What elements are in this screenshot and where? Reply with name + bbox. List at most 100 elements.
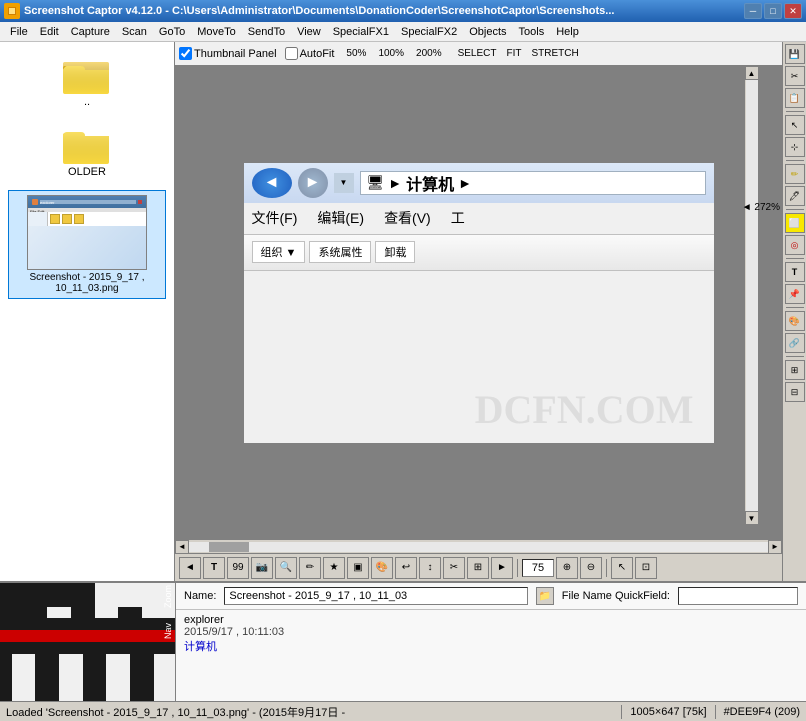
pixel-cell-112 bbox=[0, 666, 12, 678]
pixel-cell-101 bbox=[59, 654, 71, 666]
horizontal-scrollbar[interactable]: ◄ ► bbox=[175, 539, 782, 553]
zoom-out-btn[interactable]: ⊖ bbox=[580, 557, 602, 579]
rt-text-btn[interactable]: T bbox=[785, 262, 805, 282]
fit-btn[interactable]: ⊡ bbox=[635, 557, 657, 579]
zoom-100-btn[interactable]: 100% bbox=[374, 47, 408, 60]
rt-circle-btn[interactable]: ◎ bbox=[785, 235, 805, 255]
rt-paste-btn[interactable]: 📋 bbox=[785, 88, 805, 108]
rt-pen-btn[interactable]: ✏ bbox=[785, 164, 805, 184]
scroll-left-btn[interactable]: ◄ bbox=[175, 540, 189, 554]
close-button[interactable]: ✕ bbox=[784, 3, 802, 19]
menu-item-edit[interactable]: Edit bbox=[34, 23, 65, 41]
autofit-checkbox[interactable]: AutoFit bbox=[285, 47, 335, 60]
menu-item-scan[interactable]: Scan bbox=[116, 23, 153, 41]
pixel-cell-150 bbox=[71, 689, 83, 701]
thumbnail-list[interactable]: .. OLDER bbox=[0, 42, 174, 581]
rt-marker-btn[interactable]: 🖊 bbox=[785, 186, 805, 206]
tool-text-btn[interactable]: T bbox=[203, 557, 225, 579]
rt-rect-btn[interactable]: ⬜ bbox=[785, 213, 805, 233]
menu-item-goto[interactable]: GoTo bbox=[153, 23, 191, 41]
h-scroll-thumb[interactable] bbox=[209, 542, 249, 552]
cursor-btn[interactable]: ↖ bbox=[611, 557, 633, 579]
pixel-cell-120 bbox=[95, 666, 107, 678]
status-bar: Loaded 'Screenshot - 2015_9_17 , 10_11_0… bbox=[0, 701, 806, 721]
tool-zoom-btn[interactable]: 🔍 bbox=[275, 557, 297, 579]
autofit-toggle[interactable] bbox=[285, 47, 298, 60]
thumbnail-panel-toggle[interactable] bbox=[179, 47, 192, 60]
minimize-button[interactable]: ─ bbox=[744, 3, 762, 19]
stretch-mode-btn[interactable]: STRETCH bbox=[528, 47, 583, 60]
dropdown-btn: ▼ bbox=[334, 173, 354, 193]
pixel-cell-68 bbox=[47, 630, 59, 642]
scroll-down-btn[interactable]: ▼ bbox=[745, 511, 759, 525]
browse-folder-btn[interactable]: 📁 bbox=[536, 587, 554, 605]
file-timestamp: 2015/9/17 , 10:11:03 bbox=[184, 626, 798, 638]
quickfield-input[interactable] bbox=[678, 587, 798, 605]
tool-next-btn[interactable]: ► bbox=[491, 557, 513, 579]
thumbnail-item[interactable]: explorer File Edit bbox=[8, 190, 166, 299]
rt-pin-btn[interactable]: 📌 bbox=[785, 284, 805, 304]
image-viewport[interactable]: ▲ ▼ ◄ ► ▼ 🖥 ► 计算机 ► bbox=[175, 66, 782, 539]
rt-cursor-btn[interactable]: ↖ bbox=[785, 115, 805, 135]
pixel-cell-43 bbox=[130, 607, 142, 619]
filename-input[interactable] bbox=[224, 587, 527, 605]
scroll-right-btn[interactable]: ► bbox=[768, 540, 782, 554]
menu-item-sendto[interactable]: SendTo bbox=[242, 23, 291, 41]
tool-rotate-btn[interactable]: ↩ bbox=[395, 557, 417, 579]
pixel-cell-107 bbox=[130, 654, 142, 666]
rt-save-btn[interactable]: 💾 bbox=[785, 44, 805, 64]
pixel-cell-32 bbox=[0, 607, 12, 619]
tool-star-btn[interactable]: ★ bbox=[323, 557, 345, 579]
menu-item-moveto[interactable]: MoveTo bbox=[191, 23, 242, 41]
menu-item-objects[interactable]: Objects bbox=[463, 23, 512, 41]
tool-prev-btn[interactable]: ◄ bbox=[179, 557, 201, 579]
zoom-200-btn[interactable]: 200% bbox=[412, 47, 446, 60]
tool-crop-btn[interactable]: ✂ bbox=[443, 557, 465, 579]
pixel-cell-147 bbox=[35, 689, 47, 701]
tool-arrows-btn[interactable]: ↕ bbox=[419, 557, 441, 579]
scroll-up-btn[interactable]: ▲ bbox=[745, 66, 759, 80]
pixel-cell-53 bbox=[59, 618, 71, 630]
pixel-cell-51 bbox=[35, 618, 47, 630]
rt-select-btn[interactable]: ⊹ bbox=[785, 137, 805, 157]
rt-zoomin-btn[interactable]: ⊞ bbox=[785, 360, 805, 380]
menu-item-help[interactable]: Help bbox=[550, 23, 585, 41]
tool-99-btn[interactable]: 99 bbox=[227, 557, 249, 579]
menu-item-tools[interactable]: Tools bbox=[513, 23, 551, 41]
zoom-50-btn[interactable]: 50% bbox=[342, 47, 370, 60]
pixel-cell-116 bbox=[47, 666, 59, 678]
h-scroll-track bbox=[189, 542, 768, 552]
pixel-cell-64 bbox=[0, 630, 12, 642]
tool-grid-btn[interactable]: ⊞ bbox=[467, 557, 489, 579]
thumbnail-panel-checkbox[interactable]: Thumbnail Panel bbox=[179, 47, 277, 60]
menu-item-specialfx1[interactable]: SpecialFX1 bbox=[327, 23, 395, 41]
pixel-cell-56 bbox=[95, 618, 107, 630]
select-mode-btn[interactable]: SELECT bbox=[454, 47, 501, 60]
image-tools-bar: ◄ T 99 📷 🔍 ✏ ★ ▣ 🎨 ↩ ↕ ✂ ⊞ ► ⊕ ⊖ ↖ ⊡ bbox=[175, 553, 782, 581]
tool-edit1-btn[interactable]: ✏ bbox=[299, 557, 321, 579]
folder-parent[interactable]: .. bbox=[59, 50, 115, 112]
tool-camera-btn[interactable]: 📷 bbox=[251, 557, 273, 579]
menu-item-view[interactable]: View bbox=[291, 23, 327, 41]
fit-mode-btn[interactable]: FIT bbox=[503, 47, 526, 60]
tool-rect-btn[interactable]: ▣ bbox=[347, 557, 369, 579]
zoom-value-field[interactable] bbox=[522, 559, 554, 577]
zoom-in-btn[interactable]: ⊕ bbox=[556, 557, 578, 579]
maximize-button[interactable]: □ bbox=[764, 3, 782, 19]
menu-item-specialfx2[interactable]: SpecialFX2 bbox=[395, 23, 463, 41]
pixel-cell-80 bbox=[0, 642, 12, 654]
tool-color-btn[interactable]: 🎨 bbox=[371, 557, 393, 579]
pixel-cell-93 bbox=[154, 642, 166, 654]
explorer-top-bar: ◄ ► ▼ 🖥 ► 计算机 ► bbox=[244, 163, 714, 203]
menu-item-capture[interactable]: Capture bbox=[65, 23, 116, 41]
pixel-cell-128 bbox=[0, 678, 12, 690]
menu-item-file[interactable]: File bbox=[4, 23, 34, 41]
rt-link-btn[interactable]: 🔗 bbox=[785, 333, 805, 353]
pixel-cell-151 bbox=[83, 689, 95, 701]
rt-zoomout-btn[interactable]: ⊟ bbox=[785, 382, 805, 402]
rt-cut-btn[interactable]: ✂ bbox=[785, 66, 805, 86]
pixel-cell-35 bbox=[35, 607, 47, 619]
vertical-scrollbar[interactable]: ▲ ▼ bbox=[744, 66, 758, 525]
rt-color-btn[interactable]: 🎨 bbox=[785, 311, 805, 331]
folder-older[interactable]: OLDER bbox=[59, 120, 115, 182]
